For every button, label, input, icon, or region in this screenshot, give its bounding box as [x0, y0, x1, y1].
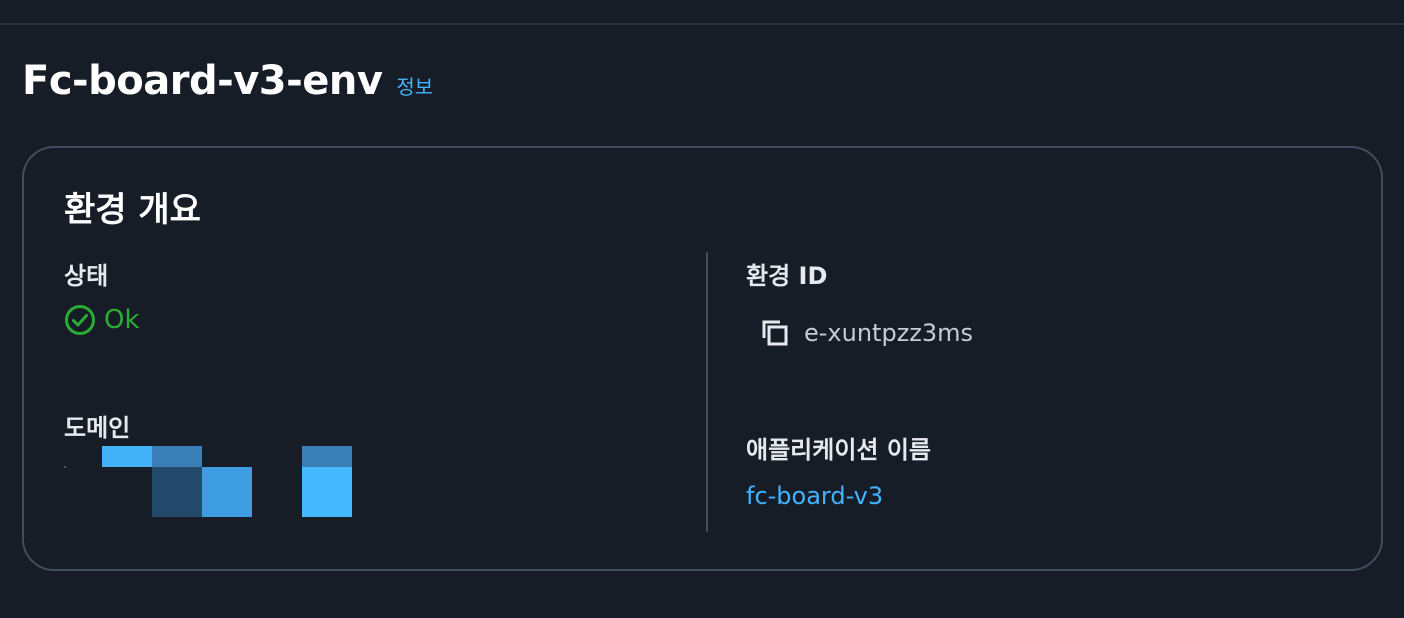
environment-id-label: 환경 ID [746, 262, 828, 290]
page-header: Fc-board-v3-env 정보 [22, 58, 433, 104]
check-circle-icon [64, 304, 96, 336]
status-text: Ok [104, 305, 140, 335]
domain-label: 도메인 [64, 414, 131, 442]
top-divider [0, 23, 1404, 25]
environment-overview-card: 환경 개요 상태 Ok 도메인 환경 ID e-xuntpzz3ms 애플리케이… [22, 146, 1383, 571]
card-title: 환경 개요 [64, 190, 201, 230]
status-label: 상태 [64, 262, 109, 290]
application-name-link[interactable]: fc-board-v3 [746, 482, 883, 510]
environment-id: e-xuntpzz3ms [758, 316, 973, 350]
info-link[interactable]: 정보 [396, 71, 433, 100]
environment-id-value: e-xuntpzz3ms [804, 319, 974, 347]
page-title: Fc-board-v3-env [22, 58, 383, 104]
domain-redacted-value [64, 446, 354, 521]
status-value: Ok [64, 304, 140, 336]
column-divider [706, 252, 708, 532]
application-name-label: 애플리케이션 이름 [746, 436, 931, 464]
copy-icon[interactable] [758, 316, 792, 350]
